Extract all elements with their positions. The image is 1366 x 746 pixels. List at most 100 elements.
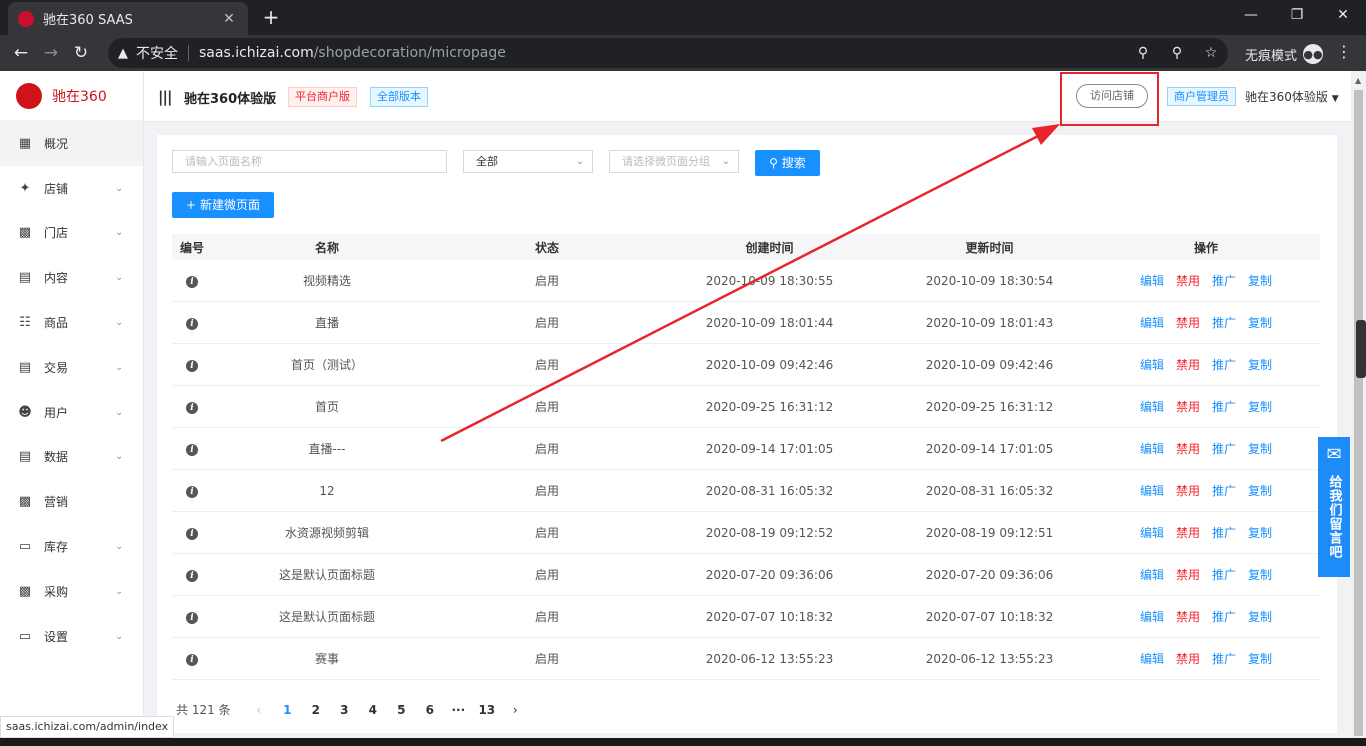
incognito-indicator[interactable]: 无痕模式 ●●: [1245, 44, 1324, 64]
page-number[interactable]: 4: [359, 703, 388, 717]
sidebar-item-11[interactable]: ▭ 设置 ⌄: [0, 614, 143, 659]
copy-link[interactable]: 复制: [1248, 610, 1272, 624]
promote-link[interactable]: 推广: [1212, 274, 1236, 288]
disable-link[interactable]: 禁用: [1176, 568, 1200, 582]
edit-link[interactable]: 编辑: [1140, 526, 1164, 540]
sidebar-item-5[interactable]: ▤ 交易 ⌄: [0, 345, 143, 390]
page-number[interactable]: 3: [330, 703, 359, 717]
browser-tab[interactable]: 驰在360 SAAS ✕: [8, 2, 248, 35]
page-number[interactable]: ···: [444, 703, 473, 717]
side-widget[interactable]: [1356, 320, 1366, 378]
edit-link[interactable]: 编辑: [1140, 358, 1164, 372]
reload-icon[interactable]: ↻: [66, 43, 96, 63]
sidebar-item-7[interactable]: ▤ 数据 ⌄: [0, 435, 143, 480]
page-number[interactable]: 2: [302, 703, 331, 717]
info-icon[interactable]: i: [186, 570, 198, 582]
sidebar-item-8[interactable]: ▩ 营销: [0, 479, 143, 524]
disable-link[interactable]: 禁用: [1176, 316, 1200, 330]
sidebar-item-10[interactable]: ▩ 采购 ⌄: [0, 569, 143, 614]
edit-link[interactable]: 编辑: [1140, 484, 1164, 498]
sidebar-item-0[interactable]: ▦ 概况: [0, 121, 143, 166]
copy-link[interactable]: 复制: [1248, 568, 1272, 582]
back-icon[interactable]: ←: [6, 43, 36, 63]
sidebar-item-1[interactable]: ✦ 店铺 ⌄: [0, 166, 143, 211]
promote-link[interactable]: 推广: [1212, 568, 1236, 582]
minimize-icon[interactable]: —: [1228, 0, 1274, 30]
new-tab-button[interactable]: +: [260, 6, 282, 28]
page-number[interactable]: 1: [273, 703, 302, 717]
menu-toggle-icon[interactable]: |||: [158, 88, 172, 106]
promote-link[interactable]: 推广: [1212, 652, 1236, 666]
copy-link[interactable]: 复制: [1248, 484, 1272, 498]
star-icon[interactable]: ☆: [1194, 45, 1228, 61]
promote-link[interactable]: 推广: [1212, 526, 1236, 540]
sidebar-item-9[interactable]: ▭ 库存 ⌄: [0, 524, 143, 569]
copy-link[interactable]: 复制: [1248, 526, 1272, 540]
disable-link[interactable]: 禁用: [1176, 526, 1200, 540]
edit-link[interactable]: 编辑: [1140, 568, 1164, 582]
info-icon[interactable]: i: [186, 318, 198, 330]
feedback-float-button[interactable]: ✉ 给我们留言吧: [1318, 437, 1350, 577]
promote-link[interactable]: 推广: [1212, 442, 1236, 456]
disable-link[interactable]: 禁用: [1176, 484, 1200, 498]
info-icon[interactable]: i: [186, 402, 198, 414]
zoom-icon[interactable]: ⚲: [1160, 45, 1194, 61]
promote-link[interactable]: 推广: [1212, 484, 1236, 498]
page-number[interactable]: 5: [387, 703, 416, 717]
disable-link[interactable]: 禁用: [1176, 358, 1200, 372]
info-icon[interactable]: i: [186, 276, 198, 288]
disable-link[interactable]: 禁用: [1176, 442, 1200, 456]
copy-link[interactable]: 复制: [1248, 316, 1272, 330]
forward-icon[interactable]: →: [36, 43, 66, 63]
next-page-icon[interactable]: ›: [501, 703, 530, 717]
page-name-search-input[interactable]: 请输入页面名称: [172, 150, 447, 173]
edit-link[interactable]: 编辑: [1140, 274, 1164, 288]
scrollbar-thumb[interactable]: [1354, 90, 1363, 736]
copy-link[interactable]: 复制: [1248, 652, 1272, 666]
disable-link[interactable]: 禁用: [1176, 652, 1200, 666]
info-icon[interactable]: i: [186, 654, 198, 666]
edit-link[interactable]: 编辑: [1140, 610, 1164, 624]
account-menu[interactable]: 驰在360体验版 ▼: [1245, 88, 1339, 105]
tab-close-icon[interactable]: ✕: [220, 11, 238, 27]
sidebar-item-6[interactable]: ☻ 用户 ⌄: [0, 390, 143, 435]
copy-link[interactable]: 复制: [1248, 274, 1272, 288]
copy-link[interactable]: 复制: [1248, 442, 1272, 456]
info-icon[interactable]: i: [186, 486, 198, 498]
edit-link[interactable]: 编辑: [1140, 316, 1164, 330]
sidebar-item-3[interactable]: ▤ 内容 ⌄: [0, 255, 143, 300]
edit-link[interactable]: 编辑: [1140, 442, 1164, 456]
page-number[interactable]: 13: [473, 703, 502, 717]
status-select[interactable]: 全部 ⌄: [463, 150, 593, 173]
edit-link[interactable]: 编辑: [1140, 400, 1164, 414]
promote-link[interactable]: 推广: [1212, 358, 1236, 372]
search-button[interactable]: ⚲ 搜索: [755, 150, 820, 176]
prev-page-icon[interactable]: ‹: [245, 703, 274, 717]
sidebar-item-4[interactable]: ☷ 商品 ⌄: [0, 300, 143, 345]
disable-link[interactable]: 禁用: [1176, 400, 1200, 414]
copy-link[interactable]: 复制: [1248, 400, 1272, 414]
disable-link[interactable]: 禁用: [1176, 610, 1200, 624]
page-scrollbar[interactable]: ▲: [1351, 71, 1366, 746]
page-number[interactable]: 6: [416, 703, 445, 717]
info-icon[interactable]: i: [186, 444, 198, 456]
promote-link[interactable]: 推广: [1212, 400, 1236, 414]
scroll-up-icon[interactable]: ▲: [1355, 76, 1361, 85]
info-icon[interactable]: i: [186, 612, 198, 624]
logo[interactable]: 驰在360: [0, 71, 143, 121]
disable-link[interactable]: 禁用: [1176, 274, 1200, 288]
new-micropage-button[interactable]: + 新建微页面: [172, 192, 274, 218]
window-close-icon[interactable]: ✕: [1320, 0, 1366, 30]
address-bar[interactable]: ▲ 不安全 saas.ichizai.com/shopdecoration/mi…: [108, 38, 1228, 68]
info-icon[interactable]: i: [186, 360, 198, 372]
sidebar-item-2[interactable]: ▩ 门店 ⌄: [0, 211, 143, 256]
promote-link[interactable]: 推广: [1212, 610, 1236, 624]
info-icon[interactable]: i: [186, 528, 198, 540]
maximize-icon[interactable]: ❐: [1274, 0, 1320, 30]
key-icon[interactable]: ⚲: [1126, 45, 1160, 61]
copy-link[interactable]: 复制: [1248, 358, 1272, 372]
browser-menu-icon[interactable]: ⋮: [1336, 42, 1352, 61]
promote-link[interactable]: 推广: [1212, 316, 1236, 330]
category-select[interactable]: 请选择微页面分组 ⌄: [609, 150, 739, 173]
edit-link[interactable]: 编辑: [1140, 652, 1164, 666]
